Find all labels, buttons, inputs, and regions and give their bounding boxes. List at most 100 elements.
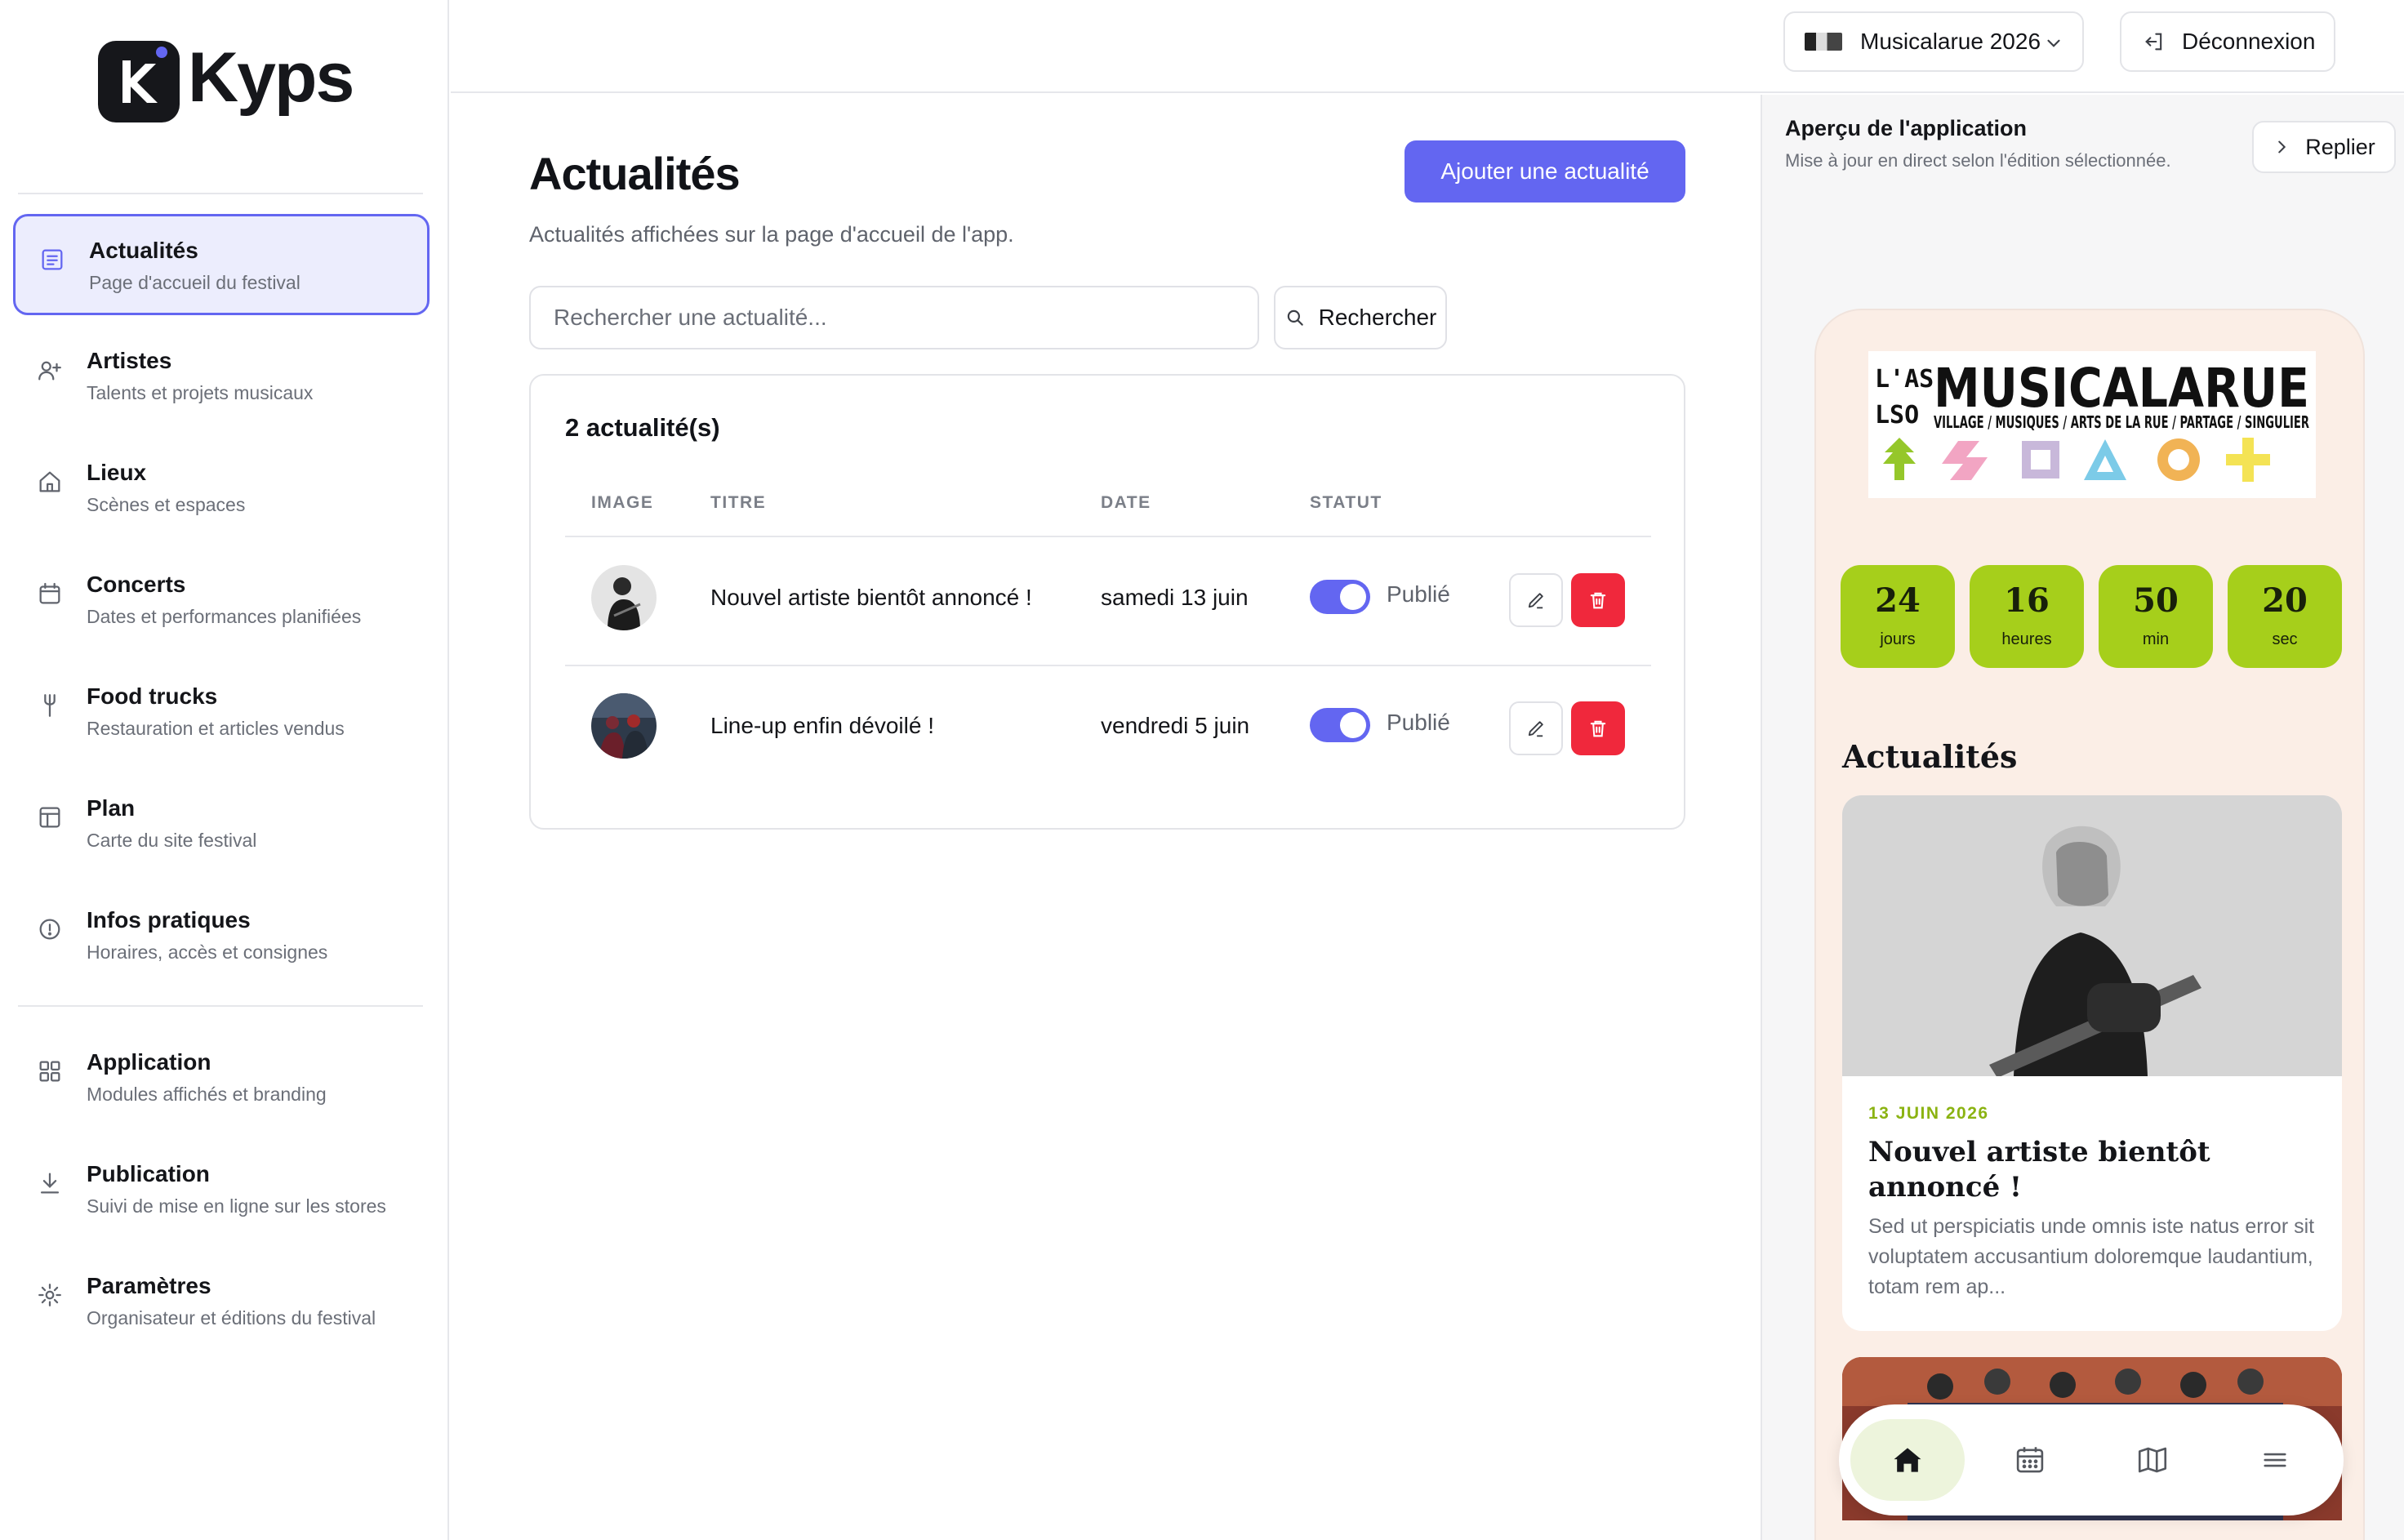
sidebar-item-subtitle: Scènes et espaces <box>87 494 246 515</box>
delete-button[interactable] <box>1571 573 1625 627</box>
edition-thumbnail <box>1805 33 1842 51</box>
sidebar-item-title: Plan <box>87 795 136 821</box>
kyps-logo[interactable]: Kyps <box>98 41 354 122</box>
sidebar-divider <box>18 193 423 194</box>
trash-icon <box>1590 592 1606 609</box>
news-count: 2 actualité(s) <box>565 413 720 442</box>
news-table-card: 2 actualité(s) IMAGE TITRE DATE STATUT N… <box>529 374 1685 830</box>
countdown-value: 50 <box>2133 581 2179 620</box>
sidebar-item-subtitle: Carte du site festival <box>87 830 257 851</box>
phone-tab-bar <box>1839 1404 2344 1516</box>
news-card-date: 13 JUIN 2026 <box>1868 1104 1989 1123</box>
home-icon <box>39 471 60 492</box>
edit-button[interactable] <box>1509 701 1563 755</box>
table-row: Nouvel artiste bientôt annoncé ! samedi … <box>531 537 1687 665</box>
edition-select[interactable]: Musicalarue 2026 <box>1783 11 2084 72</box>
status-label: Publié <box>1387 581 1450 607</box>
app-preview-panel: Aperçu de l'application Mise à jour en d… <box>1761 95 2404 1540</box>
tab-home[interactable] <box>1850 1419 1965 1501</box>
edit-button[interactable] <box>1509 573 1563 627</box>
publish-toggle[interactable] <box>1310 708 1370 742</box>
delete-button[interactable] <box>1571 701 1625 755</box>
countdown-value: 16 <box>2004 581 2050 620</box>
sidebar-item-subtitle: Talents et projets musicaux <box>87 382 314 403</box>
svg-text:VILLAGE / MUSIQUES / ARTS DE L: VILLAGE / MUSIQUES / ARTS DE LA RUE / PA… <box>1934 412 2309 432</box>
logout-icon <box>2145 33 2162 51</box>
collapse-label: Replier <box>2305 134 2375 159</box>
countdown-unit: heures <box>2001 630 2052 648</box>
logout-button[interactable]: Déconnexion <box>2120 11 2335 72</box>
countdown-unit: jours <box>1880 630 1916 648</box>
tab-map[interactable] <box>2095 1419 2210 1501</box>
page-subtitle: Actualités affichées sur la page d'accue… <box>529 222 1014 247</box>
kyps-logo-mark <box>98 41 180 122</box>
countdown: 24 jours 16 heures 50 min 20 sec <box>1841 565 2342 670</box>
search-input[interactable] <box>529 286 1259 349</box>
user-plus-icon <box>38 361 61 381</box>
column-header-date: DATE <box>1101 493 1151 512</box>
preview-title: Aperçu de l'application <box>1785 116 2027 140</box>
sidebar-item-plan[interactable]: Plan Carte du site festival <box>13 774 430 875</box>
news-title: Nouvel artiste bientôt annoncé ! <box>710 585 1032 610</box>
sidebar-item-subtitle: Page d'accueil du festival <box>89 272 300 293</box>
news-date: samedi 13 juin <box>1101 585 1249 610</box>
sidebar-item-parametres[interactable]: Paramètres Organisateur et éditions du f… <box>13 1252 430 1353</box>
news-card-title: Nouvel artiste bientôt annoncé ! <box>1868 1136 2210 1204</box>
pencil-icon <box>1528 721 1543 737</box>
sidebar-item-application[interactable]: Application Modules affichés et branding <box>13 1028 430 1129</box>
countdown-value: 24 <box>1875 581 1921 620</box>
sidebar-divider <box>18 1005 423 1007</box>
news-thumbnail[interactable] <box>591 693 657 759</box>
page-title: Actualités <box>529 148 741 199</box>
countdown-days: 24 jours <box>1841 565 1955 668</box>
search-button-label: Rechercher <box>1318 305 1437 330</box>
collapse-preview-button[interactable]: Replier <box>2252 121 2396 173</box>
sidebar-item-infos-pratiques[interactable]: Infos pratiques Horaires, accès et consi… <box>13 886 430 987</box>
add-news-button[interactable]: Ajouter une actualité <box>1405 140 1685 203</box>
news-thumbnail[interactable] <box>591 565 657 630</box>
search-button[interactable]: Rechercher <box>1274 286 1447 349</box>
phone-news-card[interactable]: 13 JUIN 2026 Nouvel artiste bientôt anno… <box>1842 795 2342 1331</box>
countdown-value: 20 <box>2262 581 2308 620</box>
sidebar-item-publication[interactable]: Publication Suivi de mise en ligne sur l… <box>13 1140 430 1241</box>
sidebar-item-lieux[interactable]: Lieux Scènes et espaces <box>13 438 430 540</box>
sidebar-item-concerts[interactable]: Concerts Dates et performances planifiée… <box>13 550 430 652</box>
sidebar-item-subtitle: Horaires, accès et consignes <box>87 941 328 963</box>
sidebar-item-food-trucks[interactable]: Food trucks Restauration et articles ven… <box>13 662 430 763</box>
pencil-icon <box>1528 593 1543 609</box>
publish-toggle[interactable] <box>1310 580 1370 614</box>
sidebar-item-subtitle: Dates et performances planifiées <box>87 606 362 627</box>
gear-icon <box>38 1284 61 1306</box>
sidebar-item-title: Publication <box>87 1161 210 1186</box>
tab-calendar[interactable] <box>1973 1419 2087 1501</box>
sidebar-item-artistes[interactable]: Artistes Talents et projets musicaux <box>13 327 430 428</box>
sidebar: Kyps Actualités Page d'accueil du festiv… <box>0 0 449 1540</box>
sidebar-item-title: Lieux <box>87 460 147 485</box>
sidebar-item-title: Food trucks <box>87 683 218 709</box>
sidebar-item-title: Infos pratiques <box>87 907 251 932</box>
festival-logo: L'AS LSO MUSICALARUE VILLAGE / MUSIQUES … <box>1868 351 2316 498</box>
sidebar-item-actualites[interactable]: Actualités Page d'accueil du festival <box>13 214 430 315</box>
sidebar-item-subtitle: Restauration et articles vendus <box>87 718 345 739</box>
home-icon <box>1894 1448 1921 1472</box>
tab-menu[interactable] <box>2218 1419 2332 1501</box>
sidebar-item-title: Concerts <box>87 572 186 597</box>
layout-icon <box>39 807 60 828</box>
sidebar-item-subtitle: Modules affichés et branding <box>87 1084 327 1105</box>
news-card-image <box>1842 795 2342 1078</box>
sidebar-item-title: Application <box>87 1049 211 1075</box>
preview-subtitle: Mise à jour en direct selon l'édition sé… <box>1785 150 2171 171</box>
edition-label: Musicalarue 2026 <box>1860 29 2041 54</box>
column-header-image: IMAGE <box>591 493 654 512</box>
sidebar-item-title: Artistes <box>87 348 172 373</box>
chevron-right-icon <box>2278 140 2286 154</box>
svg-text:L'AS: L'AS <box>1875 365 1934 394</box>
grid-icon <box>39 1061 60 1082</box>
svg-text:MUSICALARUE: MUSICALARUE <box>1934 357 2309 420</box>
fork-icon <box>44 694 56 717</box>
sidebar-item-subtitle: Organisateur et éditions du festival <box>87 1307 376 1329</box>
news-title: Line-up enfin dévoilé ! <box>710 713 934 738</box>
calendar-icon <box>39 582 60 604</box>
info-icon <box>39 919 60 940</box>
map-icon <box>2138 1447 2167 1473</box>
